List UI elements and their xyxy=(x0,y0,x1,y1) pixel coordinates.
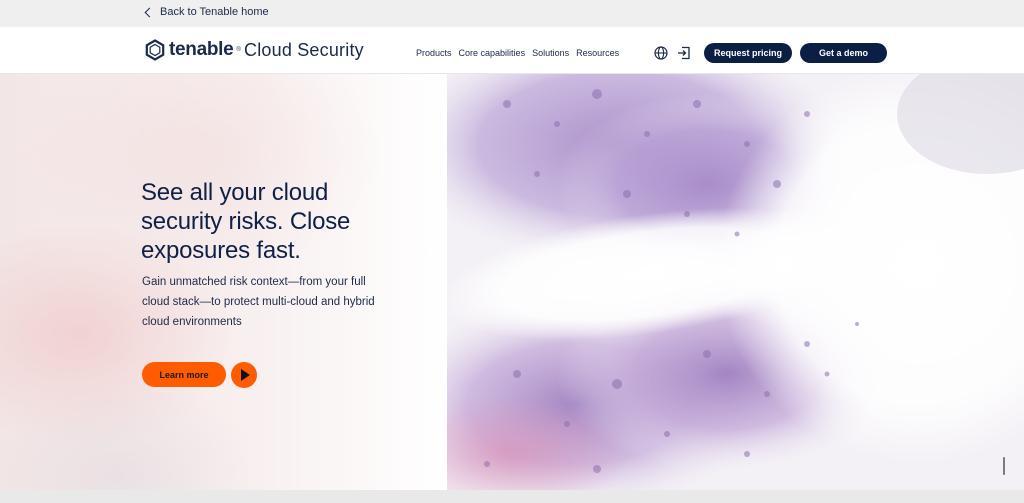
request-pricing-button[interactable]: Request pricing xyxy=(704,43,792,63)
learn-more-button[interactable]: Learn more xyxy=(142,362,226,387)
hero-image xyxy=(447,74,1024,490)
nav-item-core-capabilities[interactable]: Core capabilities xyxy=(459,48,526,58)
scroll-indicator[interactable] xyxy=(1003,457,1005,475)
back-to-home-link[interactable]: Back to Tenable home xyxy=(144,6,269,18)
hero-subtext: Gain unmatched risk context—from your fu… xyxy=(142,276,375,328)
site-header: tenable ® Cloud Security Products Core ca… xyxy=(0,27,1024,74)
hero-headline: See all your cloud security risks. Close… xyxy=(141,179,351,264)
tenable-logo[interactable]: tenable ® xyxy=(144,39,241,61)
bottom-strip xyxy=(0,490,1024,503)
main-nav: Products Core capabilities Solutions Res… xyxy=(416,48,619,58)
get-a-demo-button[interactable]: Get a demo xyxy=(800,43,887,63)
back-link-label: Back to Tenable home xyxy=(160,6,269,18)
chevron-left-icon xyxy=(144,7,155,18)
nav-item-products[interactable]: Products xyxy=(416,48,452,58)
nav-item-solutions[interactable]: Solutions xyxy=(532,48,569,58)
logo-wordmark: tenable xyxy=(169,39,234,60)
login-icon[interactable] xyxy=(677,46,691,60)
product-name: Cloud Security xyxy=(244,40,364,60)
hero-section: See all your cloud security risks. Close… xyxy=(0,74,1024,490)
play-icon xyxy=(241,369,250,381)
top-utility-bar: Back to Tenable home xyxy=(0,0,1024,27)
globe-icon[interactable] xyxy=(654,46,668,60)
crystal-abstract-image xyxy=(447,74,1024,490)
tenable-logo-icon xyxy=(145,39,165,61)
logo-registered-mark: ® xyxy=(236,47,241,53)
play-video-button[interactable] xyxy=(231,362,257,388)
nav-item-resources[interactable]: Resources xyxy=(576,48,619,58)
